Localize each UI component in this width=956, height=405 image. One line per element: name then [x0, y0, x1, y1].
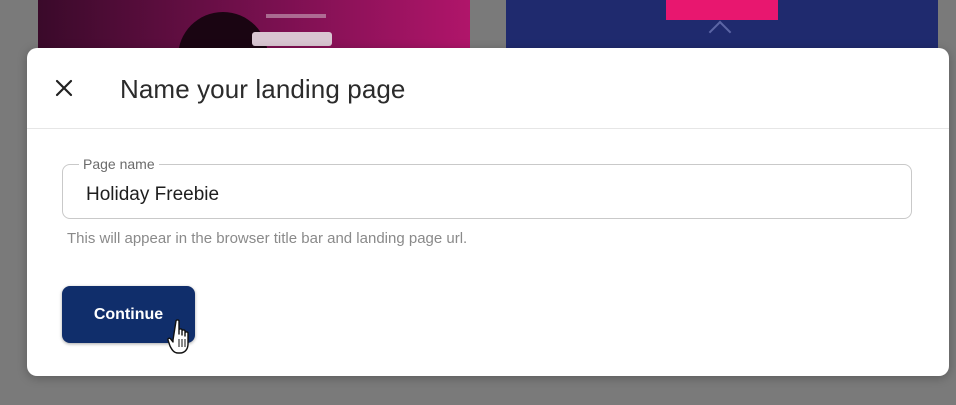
dialog-title: Name your landing page: [120, 74, 406, 104]
close-icon[interactable]: [53, 77, 75, 99]
page-name-input[interactable]: [86, 182, 886, 208]
name-landing-page-dialog: Name your landing page Page name This wi…: [27, 48, 949, 376]
template-card-right-banner: [666, 0, 778, 20]
continue-button[interactable]: Continue: [62, 286, 195, 343]
template-card-left-text: [266, 14, 326, 18]
page-name-helper-text: This will appear in the browser title ba…: [67, 230, 468, 247]
template-card-left-button: [252, 32, 332, 46]
page-name-label: Page name: [79, 155, 159, 173]
page-name-field[interactable]: Page name: [62, 155, 912, 219]
chevron-up-icon: [708, 20, 732, 44]
dialog-header: Name your landing page: [27, 48, 949, 129]
